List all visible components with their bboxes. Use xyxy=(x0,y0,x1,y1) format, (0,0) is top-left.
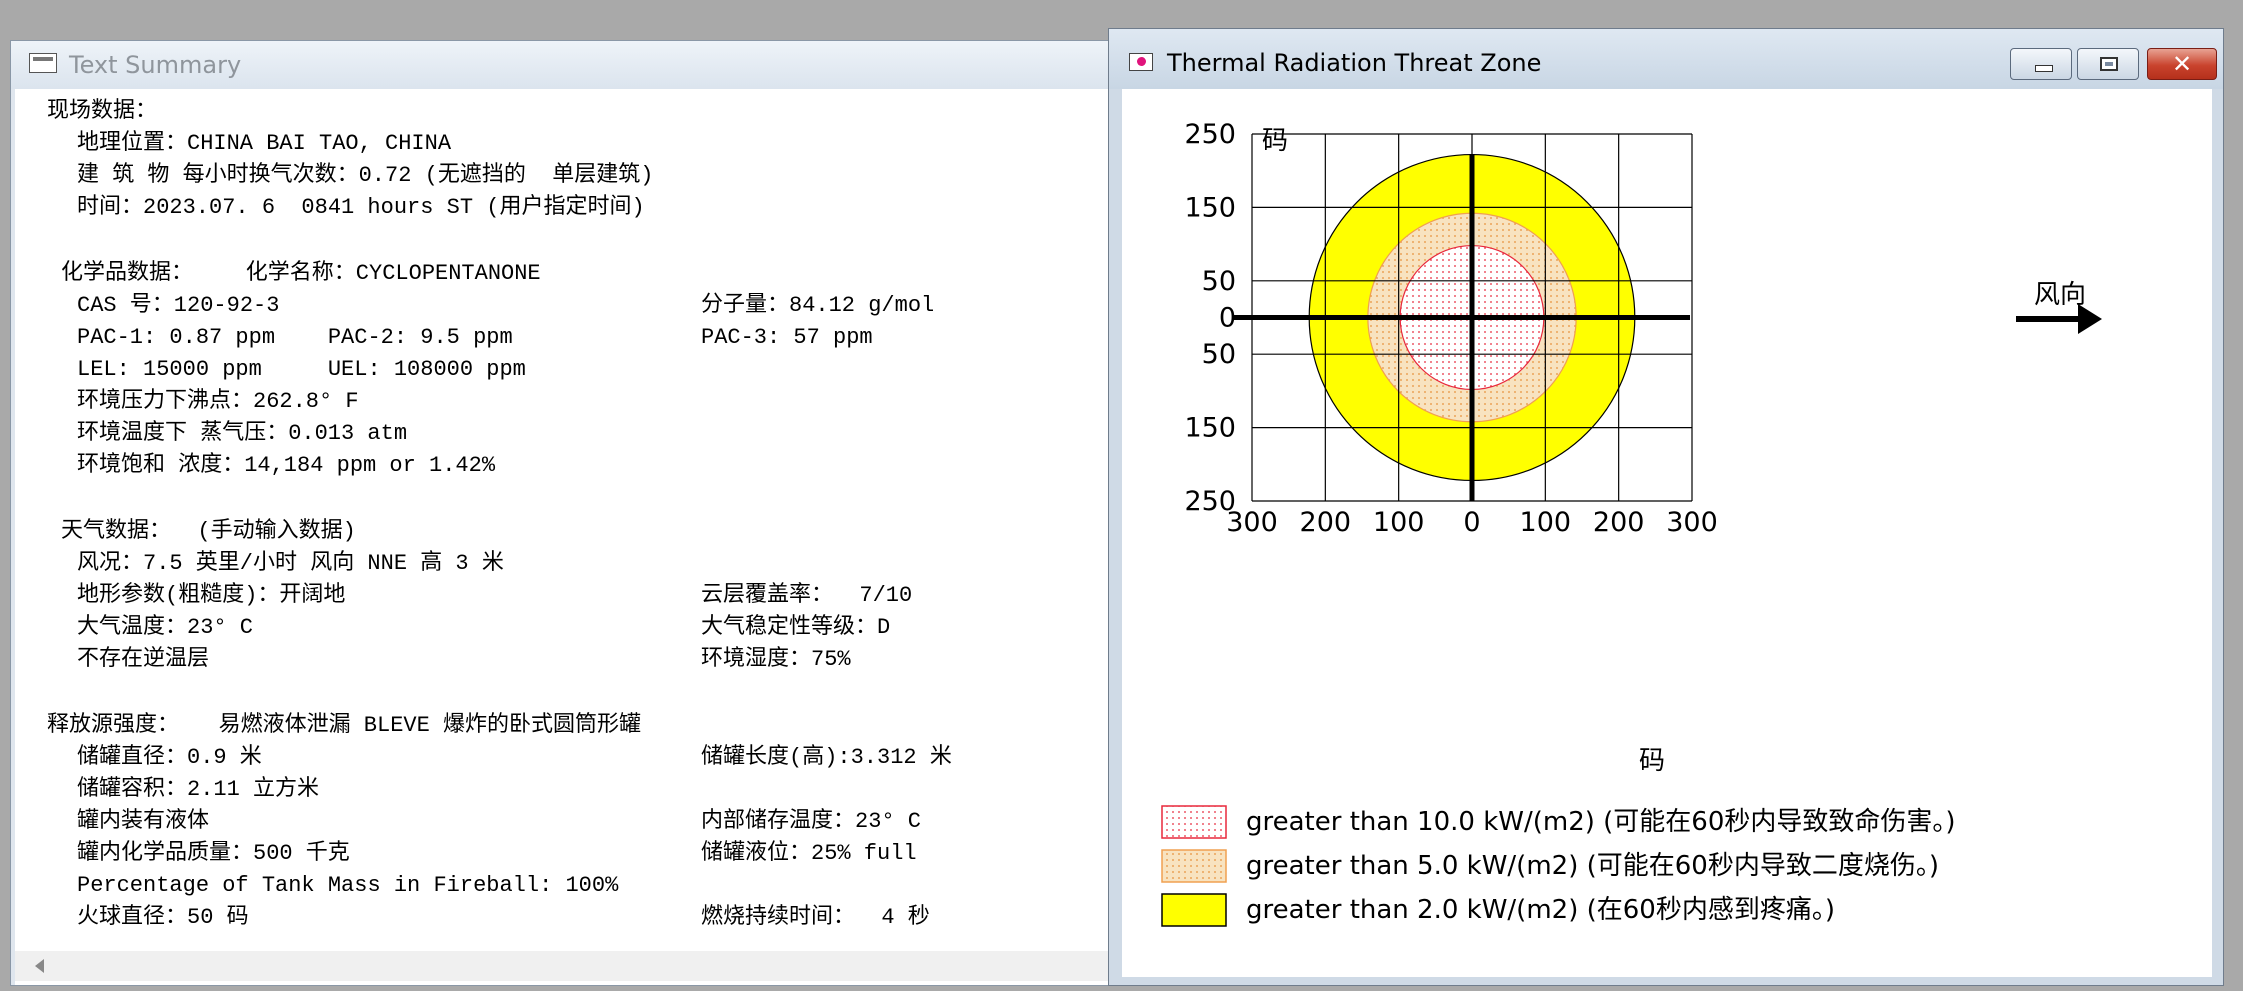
x-tick-label: 200 xyxy=(1300,507,1352,538)
y-tick-label: 150 xyxy=(1184,413,1236,444)
summary-line: 化学品数据： 化学名称：CYCLOPENTANONE xyxy=(61,261,541,286)
x-axis-label: 码 xyxy=(1639,746,1665,776)
summary-line: 天气数据： (手动输入数据) xyxy=(61,519,356,544)
threat-zone-titlebar[interactable]: Thermal Radiation Threat Zone ✕ xyxy=(1109,29,2223,89)
summary-line: 储罐直径：0.9 米 xyxy=(77,745,262,770)
summary-line: 环境湿度：75% xyxy=(701,647,851,672)
legend-swatch xyxy=(1161,893,1227,927)
y-tick-label: 150 xyxy=(1184,192,1236,223)
summary-line: 储罐长度(高):3.312 米 xyxy=(701,745,952,770)
x-tick-label: 0 xyxy=(1463,507,1480,538)
summary-line: 地形参数(粗糙度)：开阔地 xyxy=(77,583,346,608)
summary-line: 环境温度下 蒸气压：0.013 atm xyxy=(77,421,408,446)
y-axis-label: 码 xyxy=(1262,126,1288,156)
summary-line: 储罐液位：25% full xyxy=(701,841,917,866)
threat-zone-window[interactable]: Thermal Radiation Threat Zone ✕ 250 150 … xyxy=(1108,28,2224,986)
summary-line: 风况：7.5 英里/小时 风向 NNE 高 3 米 xyxy=(77,551,504,576)
summary-line: PAC-3: 57 ppm xyxy=(701,325,873,350)
y-tick-label: 250 xyxy=(1184,119,1236,150)
summary-line: 时间：2023.07. 6 0841 hours ST (用户指定时间) xyxy=(77,195,645,220)
window-title: Thermal Radiation Threat Zone xyxy=(1167,49,1542,77)
summary-line: 分子量：84.12 g/mol xyxy=(701,293,935,318)
legend-swatch xyxy=(1161,805,1227,839)
summary-line: CAS 号：120-92-3 xyxy=(77,293,280,318)
y-tick-label: 0 xyxy=(1219,303,1236,334)
summary-line: 罐内化学品质量：500 千克 xyxy=(77,841,350,866)
window-title: Text Summary xyxy=(69,51,242,79)
summary-line: 环境压力下沸点：262.8° F xyxy=(77,389,359,414)
horizontal-scrollbar[interactable] xyxy=(15,951,1111,981)
y-tick-label: 50 xyxy=(1202,266,1236,297)
legend-label: greater than 5.0 kW/(m2) (可能在60秒内导致二度烧伤。… xyxy=(1246,851,1939,881)
x-tick-label: 300 xyxy=(1226,507,1278,538)
summary-line: 释放源强度： 易燃液体泄漏 BLEVE 爆炸的卧式圆筒形罐 xyxy=(47,713,642,738)
summary-line: 燃烧持续时间： 4 秒 xyxy=(701,905,930,930)
summary-line: 罐内装有液体 xyxy=(77,809,210,834)
threat-zone-chart: 25015050050150250300 200 100 0 100 200 300 gre… xyxy=(1161,119,2102,927)
summary-line: Percentage of Tank Mass in Fireball: 100… xyxy=(77,873,619,898)
x-tick-label: 100 xyxy=(1520,507,1572,538)
maximize-icon xyxy=(2100,57,2118,71)
x-tick-label: 100 xyxy=(1373,507,1425,538)
summary-line: LEL: 15000 ppm UEL: 108000 ppm xyxy=(77,357,526,382)
summary-line: PAC-1: 0.87 ppm PAC-2: 9.5 ppm xyxy=(77,325,513,350)
legend-label: greater than 2.0 kW/(m2) (在60秒内感到疼痛。) xyxy=(1246,895,1835,925)
legend-label: greater than 10.0 kW/(m2) (可能在60秒内导致致命伤害… xyxy=(1246,807,1956,837)
summary-line: 内部储存温度：23° C xyxy=(701,809,922,834)
scroll-left-arrow-icon[interactable] xyxy=(35,959,44,973)
summary-line: 地理位置：CHINA BAI TAO, CHINA xyxy=(77,131,452,156)
summary-line: 建 筑 物 每小时换气次数：0.72 (无遮挡的 单层建筑) xyxy=(77,163,654,188)
text-summary-titlebar[interactable]: Text Summary xyxy=(11,41,1111,89)
summary-line: 不存在逆温层 xyxy=(77,647,210,672)
close-button[interactable]: ✕ xyxy=(2147,48,2217,80)
summary-line: 现场数据： xyxy=(47,99,158,124)
threat-zone-plot-area: 250 150 50 0 50 150 250 300 200 100 0 100 200 300 gre… xyxy=(1122,89,2212,977)
y-tick-label: 50 xyxy=(1202,339,1236,370)
summary-text-area: 现场数据： 地理位置：CHINA BAI TAO, CHINA 建 筑 物 每小时换… xyxy=(15,89,1111,985)
text-summary-window[interactable]: Text Summary 现场数据： 地理位置：CHINA BAI TAO, CH… xyxy=(10,40,1112,986)
summary-line: 云层覆盖率： 7/10 xyxy=(701,583,913,608)
legend-swatch xyxy=(1161,849,1227,883)
summary-line: 环境饱和 浓度：14,184 ppm or 1.42% xyxy=(77,453,496,478)
x-tick-label: 200 xyxy=(1593,507,1645,538)
text-document-icon xyxy=(29,53,57,73)
summary-line: 大气稳定性等级：D xyxy=(701,615,891,640)
minimize-button[interactable] xyxy=(2010,48,2072,80)
app-window-icon xyxy=(1129,53,1153,71)
maximize-button[interactable] xyxy=(2077,48,2139,80)
x-tick-label: 300 xyxy=(1666,507,1718,538)
close-icon: ✕ xyxy=(2171,50,2193,78)
summary-line: 大气温度：23° C xyxy=(77,615,254,640)
summary-line: 储罐容积：2.11 立方米 xyxy=(77,777,320,802)
summary-line: 火球直径：50 码 xyxy=(77,905,249,930)
minimize-icon xyxy=(2035,65,2053,72)
